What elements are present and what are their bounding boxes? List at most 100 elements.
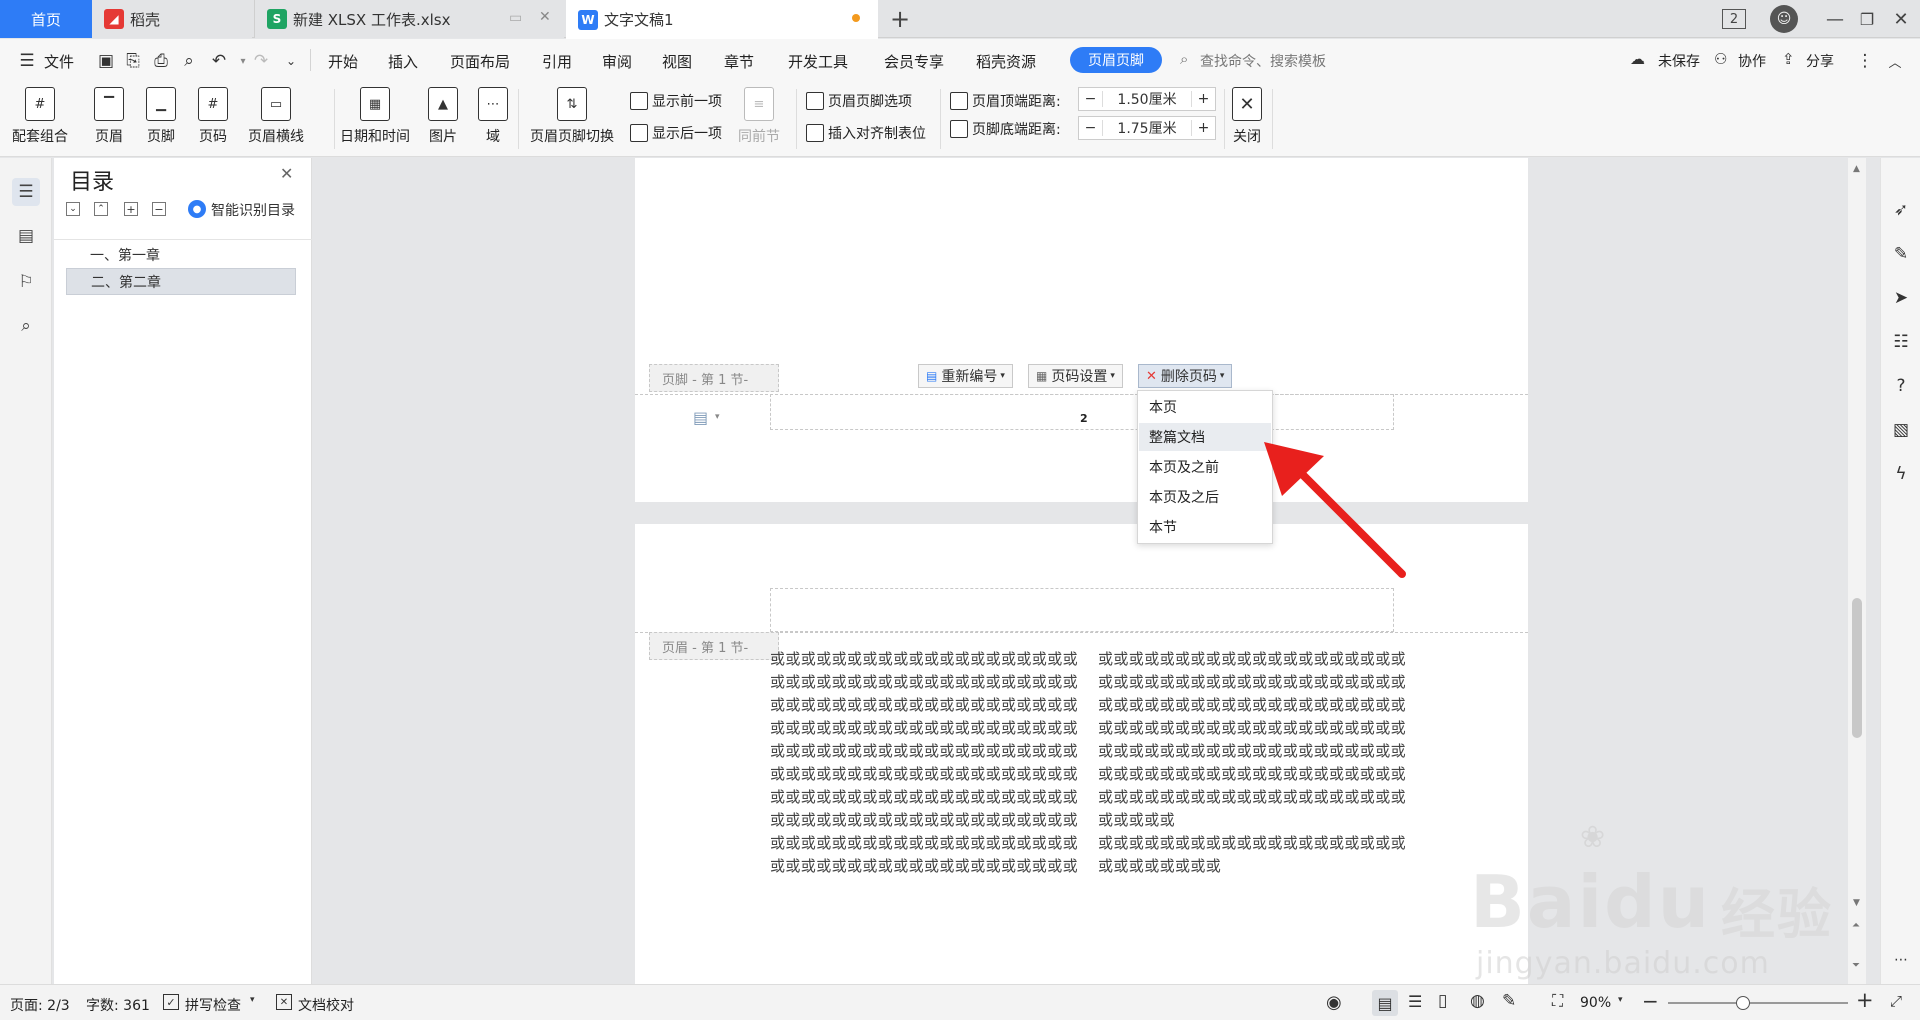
bolt-icon[interactable]: ϟ bbox=[1889, 462, 1913, 486]
sliders-icon[interactable]: ☷ bbox=[1889, 330, 1913, 354]
scroll-thumb[interactable] bbox=[1852, 598, 1862, 738]
menu-developer[interactable]: 开发工具 bbox=[788, 51, 848, 72]
header-top-distance-stepper[interactable]: − 1.50厘米 + bbox=[1078, 87, 1216, 111]
restore-icon[interactable]: ❐ bbox=[1852, 6, 1882, 32]
zoom-slider-thumb[interactable] bbox=[1736, 996, 1750, 1010]
command-search[interactable]: 查找命令、搜索模板 bbox=[1200, 51, 1326, 71]
header-distance-plus[interactable]: + bbox=[1191, 91, 1215, 107]
footer-distance-minus[interactable]: − bbox=[1079, 120, 1103, 136]
toc-item-chapter-2[interactable]: 二、第二章 bbox=[66, 268, 296, 295]
fullscreen-icon[interactable]: ⤢ bbox=[1890, 992, 1902, 1010]
menu-file[interactable]: 文件 bbox=[44, 51, 74, 72]
footer-bottom-distance-value[interactable]: 1.75厘米 bbox=[1103, 118, 1191, 138]
unsaved-status[interactable]: 未保存 bbox=[1658, 51, 1700, 71]
outline-view-icon[interactable]: ☰ bbox=[1408, 992, 1422, 1011]
remove-level-icon[interactable]: − bbox=[152, 202, 166, 216]
gallery-icon[interactable]: ▧ bbox=[1889, 418, 1913, 442]
page-number-button[interactable]: # 页码 bbox=[198, 87, 228, 146]
save-icon[interactable]: ▣ bbox=[95, 50, 117, 72]
proofread-button[interactable]: 文档校对 bbox=[298, 995, 354, 1015]
header-button[interactable]: ▔ 页眉 bbox=[94, 87, 124, 146]
page-indicator[interactable]: 页面: 2/3 bbox=[10, 995, 70, 1015]
eye-protection-icon[interactable]: ◉ bbox=[1326, 992, 1342, 1013]
menu-daoke-resources[interactable]: 稻壳资源 bbox=[976, 51, 1036, 72]
help-icon[interactable]: ? bbox=[1889, 374, 1913, 398]
vertical-scrollbar[interactable]: ▲ ▼ ⏶ ⏷ bbox=[1848, 158, 1866, 984]
pen-icon[interactable]: ✎ bbox=[1889, 242, 1913, 266]
menu-section[interactable]: 章节 bbox=[724, 51, 754, 72]
menu-review[interactable]: 审阅 bbox=[602, 51, 632, 72]
header-line-button[interactable]: ▭ 页眉横线 bbox=[248, 87, 304, 146]
section-nav-icon[interactable]: ▤ bbox=[12, 222, 40, 250]
page-number-settings-button[interactable]: ▦ 页码设置 ▾ bbox=[1028, 364, 1123, 388]
find-icon[interactable]: ⌕ bbox=[12, 312, 40, 340]
header-top-distance-value[interactable]: 1.50厘米 bbox=[1103, 89, 1191, 109]
delete-page-number-button[interactable]: ✕ 删除页码 ▾ bbox=[1138, 364, 1233, 388]
menu-insert[interactable]: 插入 bbox=[388, 51, 418, 72]
avatar[interactable]: ☺ bbox=[1770, 5, 1798, 33]
share-button[interactable]: 分享 bbox=[1806, 51, 1834, 71]
header-distance-minus[interactable]: − bbox=[1079, 91, 1103, 107]
annotate-icon[interactable]: ✎ bbox=[1502, 991, 1516, 1011]
matching-combo-button[interactable]: # 配套组合 bbox=[12, 87, 68, 146]
scroll-down-icon[interactable]: ▼ bbox=[1853, 898, 1860, 908]
preview-icon[interactable]: ⌕ bbox=[178, 50, 200, 72]
footer-button[interactable]: ▁ 页脚 bbox=[146, 87, 176, 146]
web-view-icon[interactable]: ◍ bbox=[1470, 991, 1485, 1011]
print-icon[interactable]: ⎙ bbox=[150, 50, 172, 72]
footer-bottom-distance-stepper[interactable]: − 1.75厘米 + bbox=[1078, 116, 1216, 140]
export-icon[interactable]: ⎘ bbox=[122, 50, 144, 72]
delete-option-this-page[interactable]: 本页 bbox=[1139, 393, 1271, 421]
fit-page-icon[interactable]: ⛶ bbox=[1552, 991, 1563, 1011]
collapse-ribbon-icon[interactable]: ︿ bbox=[1884, 50, 1906, 72]
smart-recognize-toc-button[interactable]: 智能识别目录 bbox=[211, 200, 295, 220]
spell-check-button[interactable]: 拼写检查 bbox=[185, 995, 241, 1015]
next-page-icon[interactable]: ⏷ bbox=[1852, 960, 1860, 971]
close-header-footer-button[interactable]: ✕ 关闭 bbox=[1232, 87, 1262, 146]
header-footer-switch-button[interactable]: ⇅ 页眉页脚切换 bbox=[530, 87, 614, 146]
scroll-up-icon[interactable]: ▲ bbox=[1853, 164, 1860, 174]
menu-header-footer[interactable]: 页眉页脚 bbox=[1070, 47, 1162, 73]
close-window-icon[interactable]: ✕ bbox=[1886, 6, 1916, 32]
show-previous-button[interactable]: 显示前一项 bbox=[630, 91, 722, 111]
header-edit-area[interactable] bbox=[770, 588, 1394, 632]
date-time-button[interactable]: ▦ 日期和时间 bbox=[340, 87, 410, 146]
tab-document[interactable]: W 文字文稿1 bbox=[566, 0, 878, 39]
zoom-in-icon[interactable]: + bbox=[1856, 988, 1874, 1012]
expand-up-icon[interactable]: ⌃ bbox=[94, 202, 108, 216]
footer-doc-icon[interactable]: ▤ bbox=[693, 408, 708, 427]
undo-icon[interactable]: ↶ bbox=[208, 50, 230, 72]
tab-xlsx-close-icon[interactable]: ✕ bbox=[539, 9, 551, 25]
collapse-all-icon[interactable]: ⌄ bbox=[66, 202, 80, 216]
page-view-icon[interactable]: ▤ bbox=[1372, 990, 1398, 1016]
menu-start[interactable]: 开始 bbox=[328, 51, 358, 72]
tab-xlsx[interactable]: S 新建 XLSX 工作表.xlsx ▭ ✕ bbox=[254, 0, 564, 38]
same-as-previous-button[interactable]: ≡ 同前节 bbox=[738, 87, 780, 146]
zoom-level[interactable]: 90% bbox=[1580, 995, 1611, 1011]
new-tab-icon[interactable]: + bbox=[885, 5, 915, 33]
bookmark-icon[interactable]: ⚐ bbox=[12, 268, 40, 296]
menu-view[interactable]: 视图 bbox=[662, 51, 692, 72]
toc-item-chapter-1[interactable]: 一、第一章 bbox=[66, 241, 296, 268]
more-tools-icon[interactable]: ⋯ bbox=[1889, 948, 1913, 972]
menu-references[interactable]: 引用 bbox=[542, 51, 572, 72]
toc-close-icon[interactable]: ✕ bbox=[280, 164, 293, 183]
tab-daoke[interactable]: ◢ 稻壳 bbox=[92, 0, 252, 38]
minimize-icon[interactable]: — bbox=[1820, 6, 1850, 32]
monitor-icon[interactable]: ▭ bbox=[509, 10, 522, 26]
cursor-icon[interactable]: ➤ bbox=[1889, 286, 1913, 310]
rocket-icon[interactable]: ➶ bbox=[1889, 198, 1913, 222]
collaborate-button[interactable]: 协作 bbox=[1738, 51, 1766, 71]
zoom-slider-track[interactable] bbox=[1668, 1002, 1848, 1004]
menu-page-layout[interactable]: 页面布局 bbox=[450, 51, 510, 72]
renumber-button[interactable]: ▤ 重新编号 ▾ bbox=[918, 364, 1013, 388]
quick-more-icon[interactable]: ⌄ bbox=[280, 50, 302, 72]
hamburger-icon[interactable]: ☰ bbox=[16, 50, 38, 72]
reading-view-icon[interactable]: ▯ bbox=[1438, 991, 1447, 1011]
spell-check-dropdown-icon[interactable]: ▾ bbox=[250, 995, 255, 1005]
word-count[interactable]: 字数: 361 bbox=[86, 995, 150, 1015]
tab-home[interactable]: 首页 bbox=[0, 0, 92, 38]
window-count-badge[interactable]: 2 bbox=[1722, 9, 1746, 29]
insert-align-tab-button[interactable]: 插入对齐制表位 bbox=[806, 123, 926, 143]
footer-distance-plus[interactable]: + bbox=[1191, 120, 1215, 136]
